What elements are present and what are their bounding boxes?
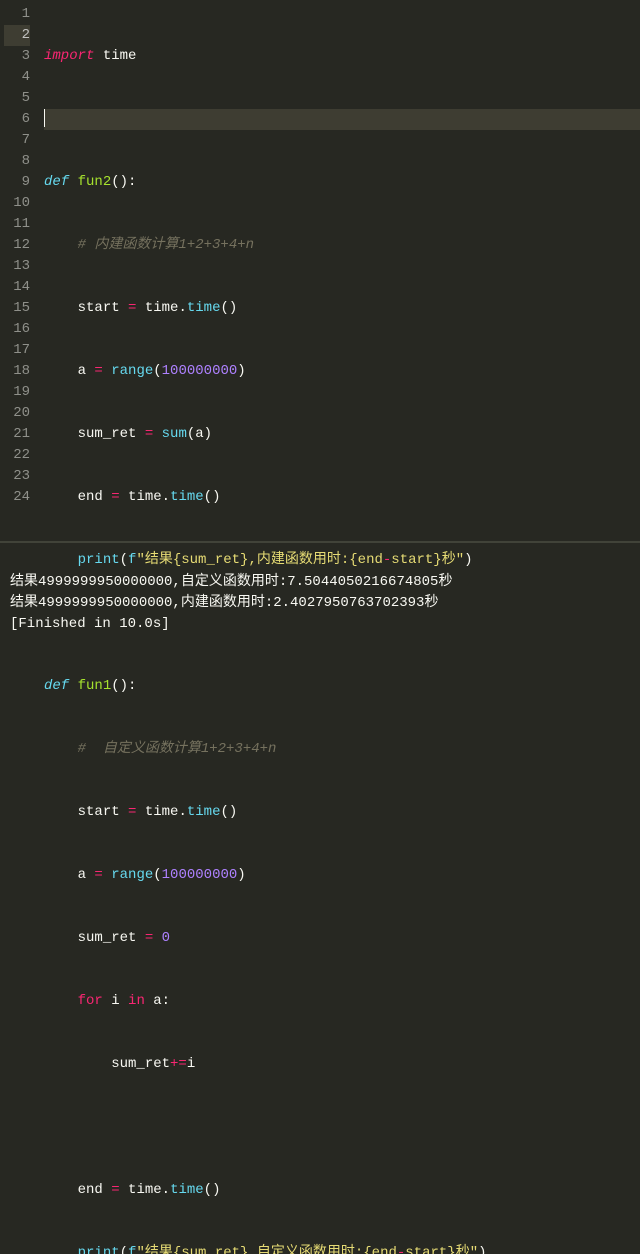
code-line[interactable]: # 内建函数计算1+2+3+4+n [44,235,640,256]
output-line: 结果4999999950000000,内建函数用时:2.402795076370… [10,595,438,611]
line-number: 2 [4,25,30,46]
code-line[interactable]: sum_ret = sum(a) [44,424,640,445]
line-number-gutter: 1 2 3 4 5 6 7 8 9 10 11 12 13 14 15 16 1… [0,0,38,541]
line-number: 14 [4,277,30,298]
line-number: 21 [4,424,30,445]
code-line[interactable]: end = time.time() [44,487,640,508]
line-number: 9 [4,172,30,193]
line-number: 24 [4,487,30,508]
code-line[interactable] [44,109,640,130]
line-number: 12 [4,235,30,256]
code-line[interactable]: print(f"结果{sum_ret},自定义函数用时:{end-start}秒… [44,1243,640,1254]
code-line[interactable]: import time [44,46,640,67]
line-number: 15 [4,298,30,319]
code-line[interactable]: print(f"结果{sum_ret},内建函数用时:{end-start}秒"… [44,550,640,571]
line-number: 10 [4,193,30,214]
line-number: 16 [4,319,30,340]
line-number: 4 [4,67,30,88]
code-line[interactable]: def fun2(): [44,172,640,193]
code-line[interactable]: sum_ret+=i [44,1054,640,1075]
text-cursor [44,109,45,127]
code-line[interactable]: for i in a: [44,991,640,1012]
line-number: 23 [4,466,30,487]
code-editor[interactable]: 1 2 3 4 5 6 7 8 9 10 11 12 13 14 15 16 1… [0,0,640,541]
code-area[interactable]: import time def fun2(): # 内建函数计算1+2+3+4+… [38,0,640,541]
line-number: 18 [4,361,30,382]
line-number: 5 [4,88,30,109]
line-number: 7 [4,130,30,151]
line-number: 20 [4,403,30,424]
code-line[interactable]: start = time.time() [44,802,640,823]
code-line[interactable] [44,1117,640,1138]
line-number: 17 [4,340,30,361]
line-number: 22 [4,445,30,466]
code-line[interactable]: end = time.time() [44,1180,640,1201]
line-number: 8 [4,151,30,172]
output-line: 结果4999999950000000,自定义函数用时:7.50440502166… [10,574,452,590]
output-line: [Finished in 10.0s] [10,616,170,632]
line-number: 3 [4,46,30,67]
code-line[interactable]: a = range(100000000) [44,865,640,886]
code-line[interactable]: start = time.time() [44,298,640,319]
line-number: 11 [4,214,30,235]
code-line[interactable]: sum_ret = 0 [44,928,640,949]
code-line[interactable]: # 自定义函数计算1+2+3+4+n [44,739,640,760]
line-number: 19 [4,382,30,403]
line-number: 13 [4,256,30,277]
line-number: 6 [4,109,30,130]
code-line[interactable]: def fun1(): [44,676,640,697]
code-line[interactable]: a = range(100000000) [44,361,640,382]
line-number: 1 [4,4,30,25]
